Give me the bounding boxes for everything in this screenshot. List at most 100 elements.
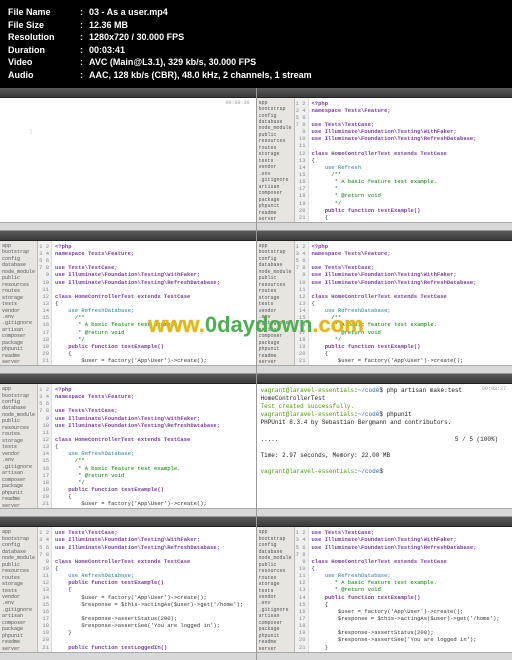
file-tree-item[interactable]: .gitignore	[2, 607, 35, 612]
file-tree-item[interactable]: storage	[259, 295, 292, 300]
file-tree-item[interactable]: composer	[259, 333, 292, 338]
file-tree-item[interactable]: .env	[2, 314, 35, 319]
file-tree-item[interactable]: readme	[259, 210, 292, 215]
file-tree-item[interactable]: bootstrap	[2, 393, 35, 398]
file-tree-item[interactable]: routes	[259, 288, 292, 293]
file-tree-item[interactable]: phpunit	[259, 346, 292, 351]
file-tree-item[interactable]: vendor	[2, 594, 35, 599]
file-tree-item[interactable]: app	[2, 243, 35, 248]
file-tree-item[interactable]: public	[2, 275, 35, 280]
file-tree-item[interactable]: artisan	[259, 327, 292, 332]
file-tree-item[interactable]: .env	[2, 600, 35, 605]
file-tree-item[interactable]: package	[259, 340, 292, 345]
terminal-output[interactable]: vagrant@laravel-essentials:~/code$ php a…	[257, 384, 512, 516]
file-tree-item[interactable]: routes	[259, 145, 292, 150]
file-tree-item[interactable]: .gitignore	[259, 320, 292, 325]
file-tree-item[interactable]: storage	[259, 151, 292, 156]
file-tree-item[interactable]: node_modules	[2, 555, 35, 560]
file-tree-item[interactable]: node_modules	[259, 555, 292, 560]
file-tree-item[interactable]: bootstrap	[259, 536, 292, 541]
file-tree-item[interactable]: tests	[259, 588, 292, 593]
file-tree-item[interactable]: public	[259, 562, 292, 567]
file-tree-item[interactable]: routes	[2, 575, 35, 580]
file-tree-item[interactable]: storage	[2, 438, 35, 443]
file-tree-item[interactable]: phpunit	[2, 633, 35, 638]
file-tree-item[interactable]: vendor	[259, 308, 292, 313]
file-tree-item[interactable]: resources	[259, 568, 292, 573]
file-tree-item[interactable]: config	[2, 399, 35, 404]
file-tree-item[interactable]: tests	[2, 588, 35, 593]
file-tree-item[interactable]: tests	[2, 301, 35, 306]
file-tree-item[interactable]: artisan	[259, 184, 292, 189]
file-tree-item[interactable]: app	[2, 529, 35, 534]
file-tree-item[interactable]: .env	[259, 600, 292, 605]
file-tree-item[interactable]: node_modules	[259, 125, 292, 130]
file-tree-item[interactable]: composer	[2, 477, 35, 482]
file-tree-item[interactable]: readme	[2, 496, 35, 501]
file-tree-item[interactable]: database	[259, 262, 292, 267]
file-tree-item[interactable]: node_modules	[2, 269, 35, 274]
file-tree-item[interactable]: phpunit	[2, 490, 35, 495]
file-tree-item[interactable]: package	[2, 340, 35, 345]
file-tree-item[interactable]: composer	[259, 190, 292, 195]
file-tree-item[interactable]: package	[2, 483, 35, 488]
file-tree-item[interactable]: public	[2, 562, 35, 567]
file-tree-item[interactable]: storage	[2, 295, 35, 300]
file-tree-item[interactable]: .gitignore	[259, 607, 292, 612]
file-tree-item[interactable]: package	[2, 626, 35, 631]
file-tree-item[interactable]: phpunit	[259, 203, 292, 208]
file-tree-item[interactable]: readme	[259, 353, 292, 358]
file-tree-item[interactable]: database	[2, 405, 35, 410]
file-tree[interactable]: appbootstrapconfigdatabasenode_modulespu…	[257, 241, 295, 373]
file-tree[interactable]: app bootstrapconfig databasenode_modulespu…	[0, 527, 38, 659]
file-tree-item[interactable]: resources	[259, 138, 292, 143]
file-tree-item[interactable]: tests	[259, 158, 292, 163]
file-tree[interactable]: appbootstrapconfigdatabasenode_modulespu…	[257, 98, 295, 230]
file-tree-item[interactable]: resources	[2, 425, 35, 430]
file-tree-item[interactable]: resources	[2, 568, 35, 573]
file-tree-item[interactable]: artisan	[2, 327, 35, 332]
file-tree-item[interactable]: readme	[2, 639, 35, 644]
file-tree-item[interactable]: public	[2, 418, 35, 423]
file-tree-item[interactable]: node_modules	[259, 269, 292, 274]
file-tree-item[interactable]: config	[259, 113, 292, 118]
file-tree-item[interactable]: routes	[2, 288, 35, 293]
file-tree-item[interactable]: server	[259, 646, 292, 651]
file-tree-item[interactable]: .gitignore	[259, 177, 292, 182]
file-tree-item[interactable]: vendor	[2, 451, 35, 456]
file-tree-item[interactable]: phpunit	[2, 346, 35, 351]
file-tree-item[interactable]: server	[259, 359, 292, 364]
file-tree-item[interactable]: database	[2, 549, 35, 554]
file-tree-item[interactable]: database	[259, 119, 292, 124]
file-tree-item[interactable]: resources	[2, 282, 35, 287]
file-tree-item[interactable]: bootstrap	[259, 249, 292, 254]
file-tree-item[interactable]: tests	[2, 444, 35, 449]
file-tree-item[interactable]: app	[259, 529, 292, 534]
file-tree[interactable]: appbootstrapconfigdatabasenode_modulespu…	[0, 241, 38, 373]
file-tree-item[interactable]: routes	[2, 431, 35, 436]
file-tree-item[interactable]: public	[259, 275, 292, 280]
file-tree-item[interactable]: readme	[259, 639, 292, 644]
file-tree-item[interactable]: bootstrap	[2, 249, 35, 254]
file-tree-item[interactable]: storage	[259, 581, 292, 586]
file-tree-item[interactable]: database	[259, 549, 292, 554]
file-tree-item[interactable]: .env	[259, 314, 292, 319]
file-tree-item[interactable]: tests	[259, 301, 292, 306]
file-tree-item[interactable]: resources	[259, 282, 292, 287]
file-tree-item[interactable]: composer	[2, 333, 35, 338]
file-tree-item[interactable]: package	[259, 626, 292, 631]
file-tree-item[interactable]: config	[2, 256, 35, 261]
file-tree-item[interactable]: readme	[2, 353, 35, 358]
file-tree-item[interactable]: config	[2, 542, 35, 547]
file-tree-item[interactable]: phpunit	[259, 633, 292, 638]
file-tree-item[interactable]: server	[259, 216, 292, 221]
file-tree-item[interactable]: server	[2, 359, 35, 364]
file-tree-item[interactable]: bootstrap	[259, 106, 292, 111]
file-tree-item[interactable]: bootstrap	[2, 536, 35, 541]
file-tree-item[interactable]: .env	[2, 457, 35, 462]
file-tree-item[interactable]: composer	[259, 620, 292, 625]
file-tree-item[interactable]: app	[259, 243, 292, 248]
file-tree-item[interactable]: node_modules	[2, 412, 35, 417]
file-tree-item[interactable]: server	[2, 503, 35, 508]
file-tree-item[interactable]: vendor	[259, 594, 292, 599]
